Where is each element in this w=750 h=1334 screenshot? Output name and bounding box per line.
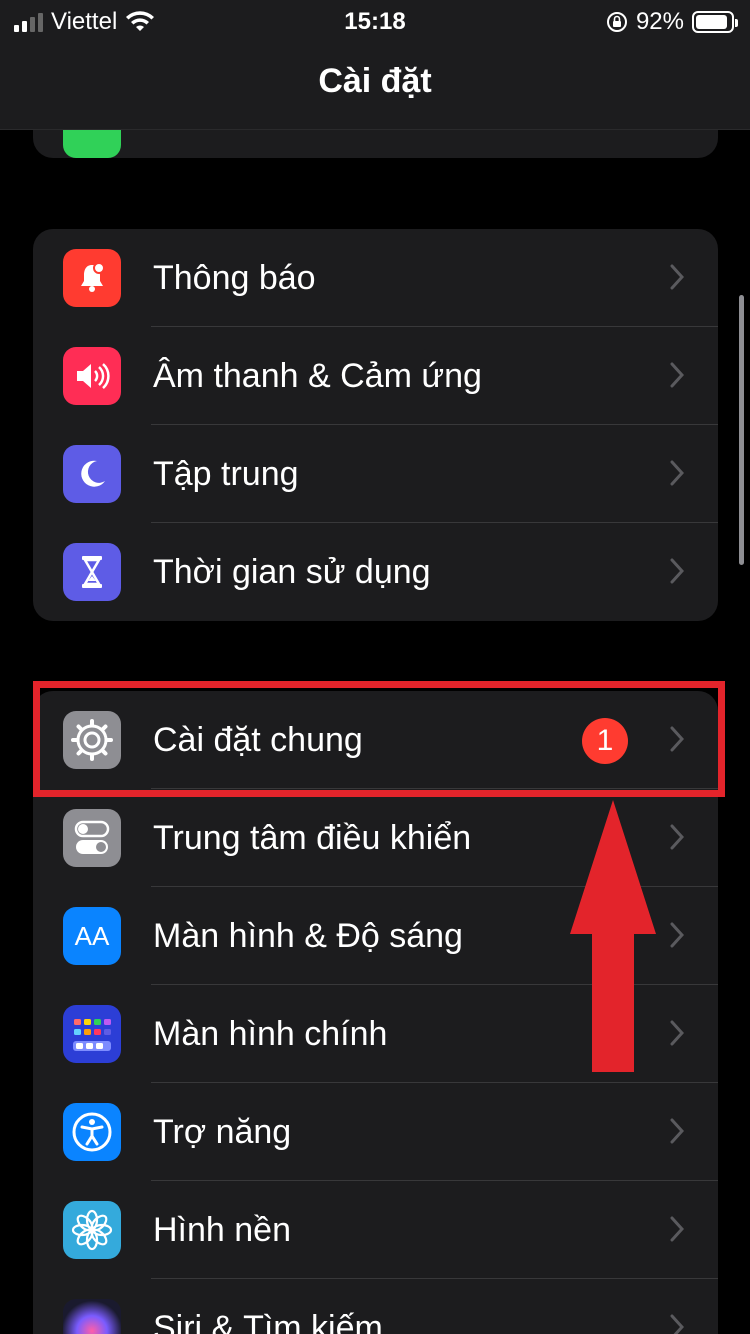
chevron-right-icon xyxy=(670,1216,684,1242)
status-bar: Viettel 15:18 92% xyxy=(0,0,750,42)
moon-icon xyxy=(63,445,121,503)
highlight-box xyxy=(33,681,725,797)
chevron-right-icon xyxy=(670,264,684,290)
text-size-icon: AA xyxy=(63,907,121,965)
orientation-lock-icon xyxy=(606,12,627,32)
chevron-right-icon xyxy=(670,824,684,850)
flower-icon xyxy=(63,1201,121,1259)
item-label: Trợ năng xyxy=(153,1113,292,1151)
list-item-screen-time[interactable]: Thời gian sử dụng xyxy=(33,523,718,621)
page-title: Cài đặt xyxy=(318,62,432,100)
list-item-accessibility[interactable]: Trợ năng xyxy=(33,1083,718,1181)
item-label: Trung tâm điều khiển xyxy=(153,819,472,857)
hourglass-icon xyxy=(63,543,121,601)
scrollbar[interactable] xyxy=(739,295,744,565)
chevron-right-icon xyxy=(670,362,684,388)
chevron-right-icon xyxy=(670,1314,684,1334)
toggles-icon xyxy=(63,809,121,867)
list-item-siri[interactable]: Siri & Tìm kiếm xyxy=(33,1279,718,1334)
bell-icon xyxy=(63,249,121,307)
list-item-focus[interactable]: Tập trung xyxy=(33,425,718,523)
list-item-wallpaper[interactable]: Hình nền xyxy=(33,1181,718,1279)
chevron-right-icon xyxy=(670,1118,684,1144)
battery-percent: 92% xyxy=(635,8,684,35)
battery-icon xyxy=(692,11,738,33)
item-label: Màn hình chính xyxy=(153,1015,388,1053)
item-label: Thông báo xyxy=(153,259,316,297)
arrow-up-icon xyxy=(570,800,656,1072)
item-label: Màn hình & Độ sáng xyxy=(153,917,463,955)
chevron-right-icon xyxy=(670,460,684,486)
list-item-sounds[interactable]: Âm thanh & Cảm ứng xyxy=(33,327,718,425)
chevron-right-icon xyxy=(670,1020,684,1046)
item-label: Thời gian sử dụng xyxy=(153,553,431,591)
item-label: Siri & Tìm kiếm xyxy=(153,1309,383,1334)
settings-group-1: Thông báo Âm thanh & Cảm ứng Tập trung T… xyxy=(33,229,718,621)
item-label: Hình nền xyxy=(153,1211,291,1249)
home-grid-icon xyxy=(63,1005,121,1063)
item-label: Âm thanh & Cảm ứng xyxy=(153,357,482,395)
chevron-right-icon xyxy=(670,558,684,584)
siri-icon xyxy=(63,1299,121,1334)
item-label: Tập trung xyxy=(153,455,299,493)
chevron-right-icon xyxy=(670,922,684,948)
speaker-icon xyxy=(63,347,121,405)
top-bar: Viettel 15:18 92% Cài đặt xyxy=(0,0,750,130)
accessibility-icon xyxy=(63,1103,121,1161)
list-item-notifications[interactable]: Thông báo xyxy=(33,229,718,327)
icon-text: AA xyxy=(74,920,110,951)
